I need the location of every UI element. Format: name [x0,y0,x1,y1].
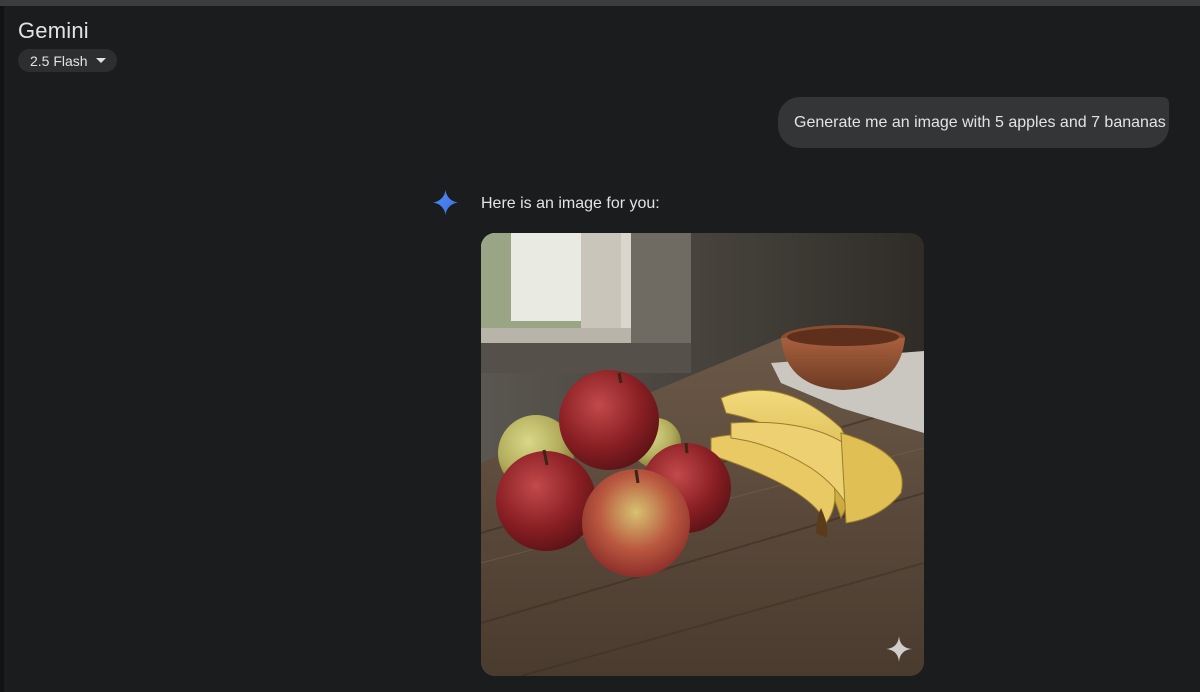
app-title[interactable]: Gemini [18,18,89,44]
browser-top-strip [0,0,1200,6]
caret-down-icon [95,58,106,63]
generated-image[interactable] [481,233,924,676]
model-selector[interactable]: 2.5 Flash [18,49,117,72]
assistant-response-text: Here is an image for you: [481,195,660,212]
gemini-sparkle-icon [433,190,458,215]
user-message-bubble: Generate me an image with 5 apples and 7… [778,97,1169,148]
model-selector-label: 2.5 Flash [30,52,88,69]
left-edge [0,6,4,692]
user-message-text: Generate me an image with 5 apples and 7… [794,113,1166,131]
